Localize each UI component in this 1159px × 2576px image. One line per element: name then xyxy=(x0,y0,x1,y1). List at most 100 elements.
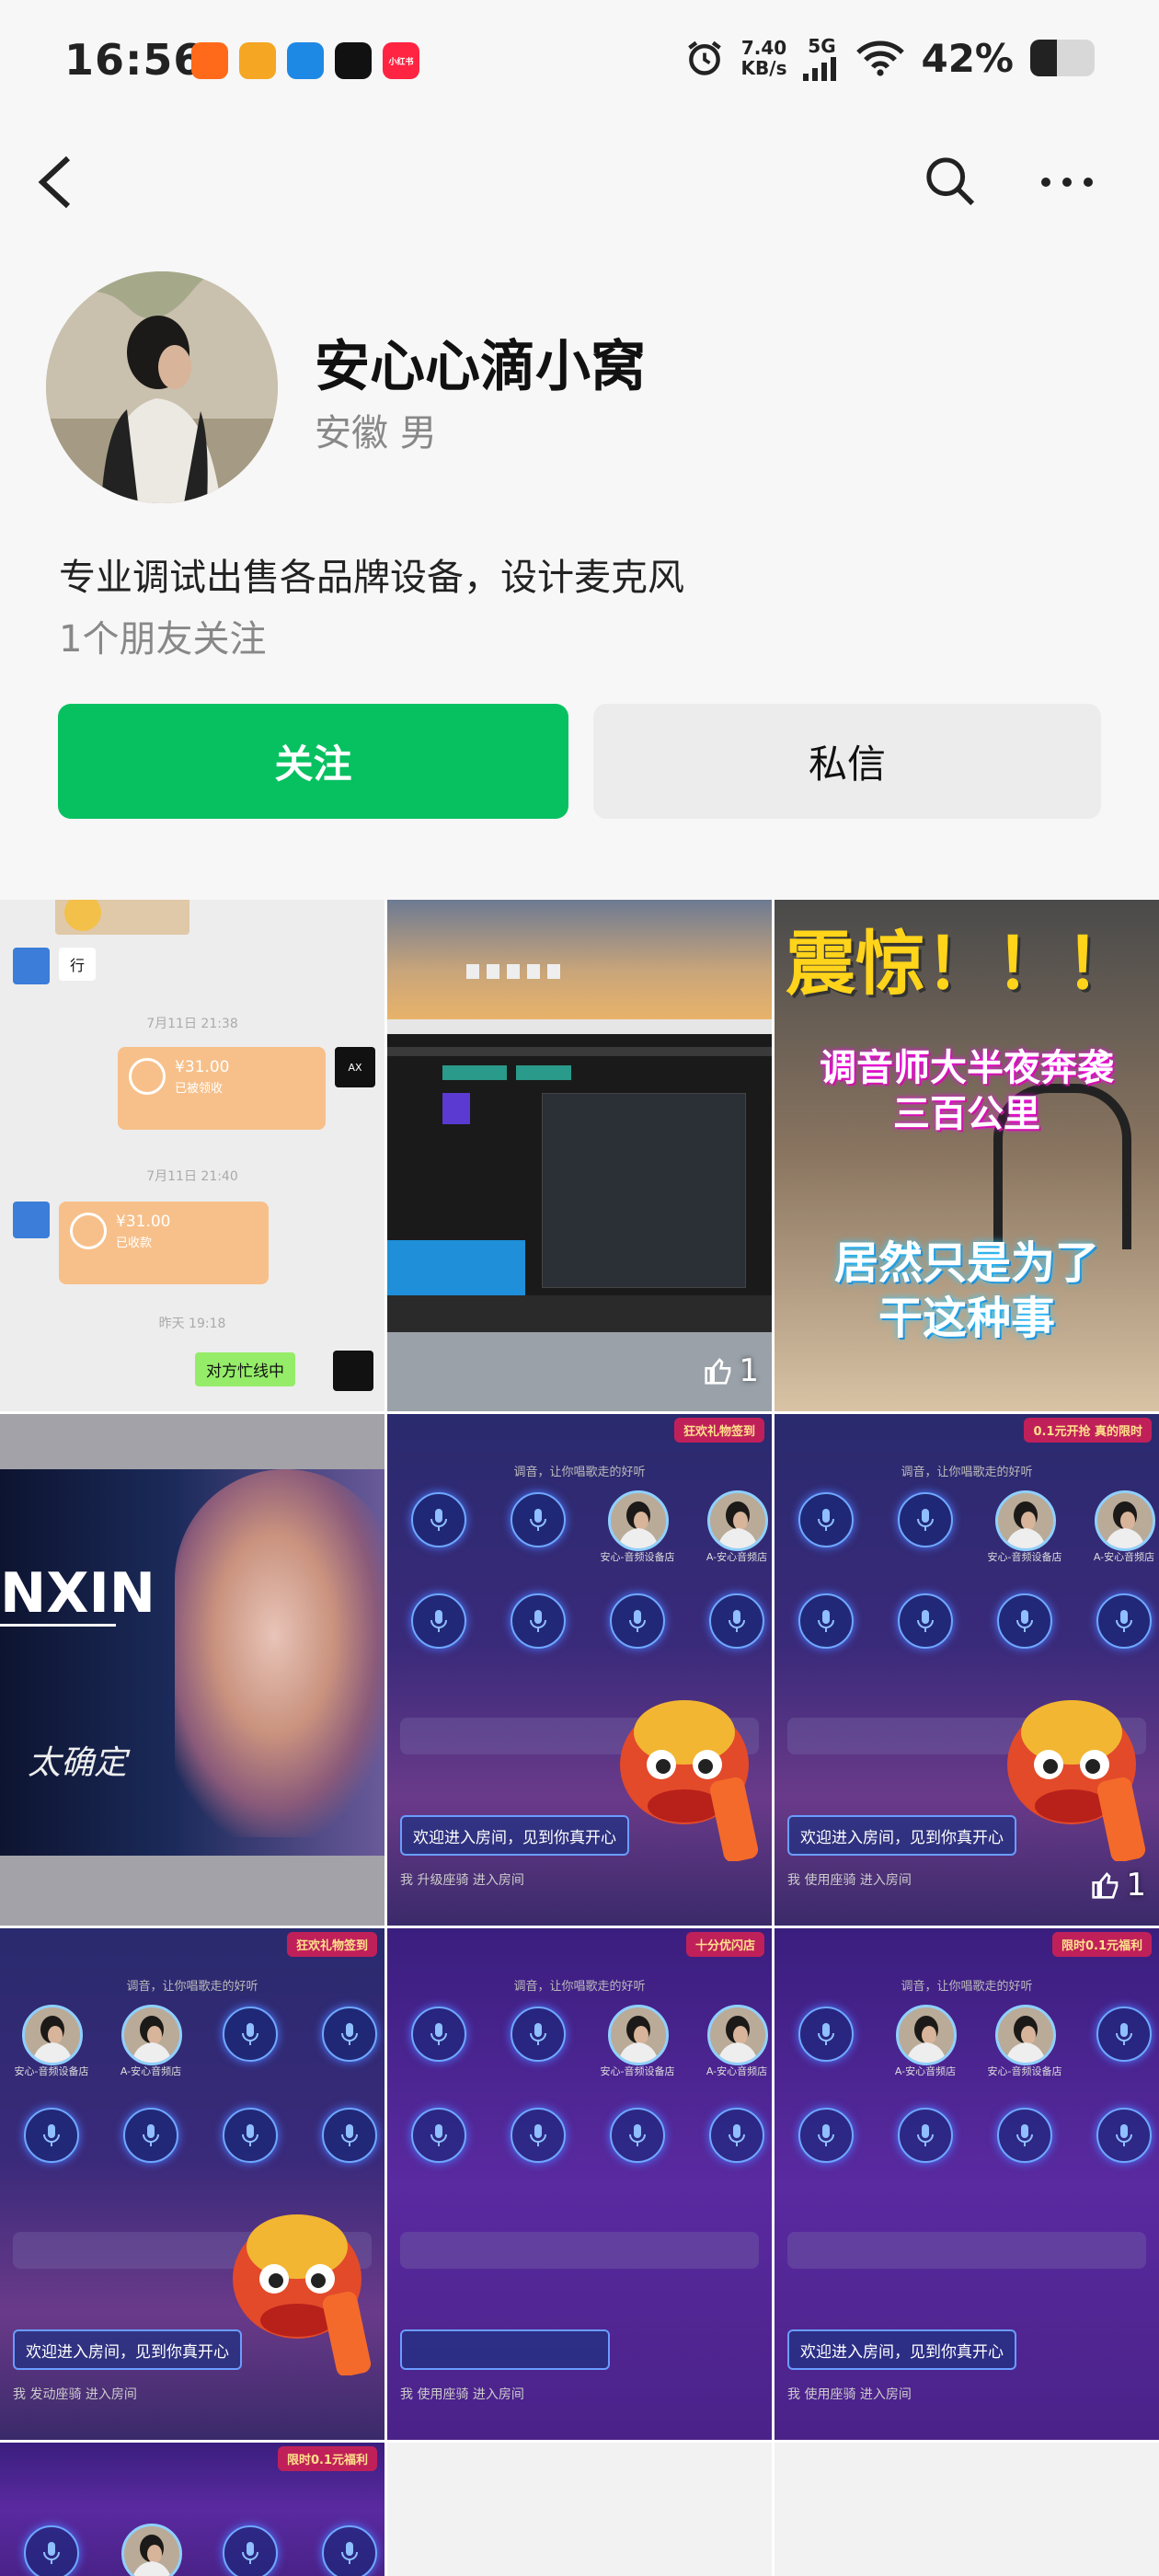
net-speed: 7.40 KB/s xyxy=(741,38,787,78)
welcome-message: 欢迎进入房间，见到你真开心 xyxy=(787,1815,1016,1856)
post-tile[interactable]: 十分优闪店 调音，让你唱歌走的好听 安心-音频设备店 A-安心音频店我 使用座骑 进入… xyxy=(387,1928,772,2440)
check-icon xyxy=(70,1213,107,1249)
mic-seat-icon xyxy=(322,2108,377,2163)
mic-seat-icon xyxy=(511,1492,566,1547)
promo-banner: 狂欢礼物签到 xyxy=(673,1418,764,1443)
capcut-icon xyxy=(335,42,372,79)
lion-dance-decoration xyxy=(219,2191,375,2377)
avatar-photo xyxy=(46,271,278,503)
promo-banner: 狂欢礼物签到 xyxy=(286,1932,377,1957)
mic-seat-icon xyxy=(511,1593,566,1649)
cover-line-2: 三百公里 xyxy=(893,1093,1040,1135)
chat-timestamp: 7月11日 21:38 xyxy=(146,1017,238,1031)
transfer-status: 已被领收 xyxy=(175,1082,224,1096)
net-speed-unit: KB/s xyxy=(740,57,787,79)
taskbar xyxy=(387,1295,772,1332)
desktop-wallpaper xyxy=(387,900,772,1019)
top-nav xyxy=(0,129,1159,230)
transfer-card: ¥31.00 已收款 xyxy=(59,1202,269,1284)
feishu-icon xyxy=(287,42,324,79)
room-topic: 调音，让你唱歌走的好听 xyxy=(513,1980,646,1994)
welcome-message: 欢迎进入房间，见到你真开心 xyxy=(13,2329,242,2370)
status-bar: 16:56 小红书 7.40 KB/s 5G 42% xyxy=(0,0,1159,121)
promo-banner: 限时0.1元福利 xyxy=(1051,1932,1152,1957)
post-tile[interactable]: 狂欢礼物签到 调音，让你唱歌走的好听 安心-音频设备店 A-安心音频店 欢迎进入房间，见… xyxy=(0,1928,384,2440)
mic-seat-icon xyxy=(1096,2108,1152,2163)
post-tile-placeholder xyxy=(775,2443,1159,2576)
seat-name: 安心-音频设备店 xyxy=(14,2065,89,2077)
welcome-message: 欢迎进入房间，见到你真开心 xyxy=(787,2329,1016,2370)
avatar[interactable] xyxy=(46,271,278,503)
chat-bubble: 行 xyxy=(59,948,97,981)
mic-seat-icon xyxy=(411,2007,466,2062)
mic-seat-icon xyxy=(610,2108,665,2163)
seat-avatar xyxy=(707,2005,768,2065)
notification-app-icons: 小红书 xyxy=(191,42,419,79)
cover-title: 震惊！！！ xyxy=(786,923,1135,1005)
seat-name: A-安心音频店 xyxy=(120,2065,182,2077)
chat-avatar xyxy=(13,948,50,984)
welcome-message: 欢迎进入房间，见到你真开心 xyxy=(400,1815,629,1856)
like-count: 1 xyxy=(1091,1867,1146,1903)
signal-type: 5G xyxy=(808,35,836,57)
battery-fill xyxy=(1030,40,1058,76)
mic-seat-icon xyxy=(709,1593,764,1649)
seat-name: 安心-音频设备店 xyxy=(600,2065,675,2077)
more-button[interactable] xyxy=(1030,145,1104,219)
chat-strip xyxy=(400,2232,759,2269)
post-tile[interactable]: 行 7月11日 21:38 ¥31.00 已被领收 AX 7月11日 21:40… xyxy=(0,900,384,1411)
enter-notice: 我 发动座骑 进入房间 xyxy=(13,2387,137,2402)
post-tile[interactable]: 1 xyxy=(387,900,772,1411)
post-tile[interactable]: 狂欢礼物签到 调音，让你唱歌走的好听 安心-音频设备店 A-安心音频店 欢迎进入房间，见… xyxy=(387,1414,772,1926)
thumbs-up-icon xyxy=(1092,1872,1119,1899)
top-band xyxy=(0,1414,384,1469)
kuaishou-icon xyxy=(191,42,228,79)
seat-avatar xyxy=(121,2005,182,2065)
post-tile[interactable]: 限时0.1元福利 调音，让你唱歌走的好听 A-安心音频店 安心-音频设备店 欢迎进入房间… xyxy=(775,1928,1159,2440)
seat-avatar xyxy=(995,2005,1056,2065)
mic-seat-icon xyxy=(511,2007,566,2062)
title-underline xyxy=(0,1624,116,1627)
mic-seat-icon xyxy=(511,2108,566,2163)
post-tile[interactable]: NXIN 太确定 xyxy=(0,1414,384,1926)
clock: 16:56 xyxy=(64,35,204,85)
alarm-icon xyxy=(687,40,721,75)
enter-notice: 我 使用座骑 进入房间 xyxy=(400,2387,524,2402)
profile-location-gender: 安徽 男 xyxy=(315,412,437,454)
battery-percent: 42% xyxy=(921,35,1014,81)
post-tile-placeholder xyxy=(387,2443,772,2576)
mic-seat-icon xyxy=(411,2108,466,2163)
follow-button[interactable]: 关注 xyxy=(58,704,568,819)
room-topic: 调音，让你唱歌走的好听 xyxy=(901,1980,1033,1994)
seat-avatar xyxy=(1095,1490,1155,1551)
room-topic: 调音，让你唱歌走的好听 xyxy=(901,1466,1033,1479)
battery-icon xyxy=(1030,40,1095,76)
seat-name: 安心-音频设备店 xyxy=(600,1551,675,1563)
mic-seat-icon xyxy=(997,2108,1052,2163)
message-button[interactable]: 私信 xyxy=(593,704,1101,819)
chevron-left-icon xyxy=(38,155,71,209)
transfer-card: ¥31.00 已被领收 xyxy=(118,1047,326,1130)
lion-dance-decoration xyxy=(993,1677,1150,1863)
mic-seat-icon xyxy=(898,2108,953,2163)
seat-name: 安心-音频设备店 xyxy=(987,1551,1062,1563)
transfer-amount: ¥31.00 xyxy=(175,1058,230,1076)
post-tile[interactable]: 震惊！！！ 调音师大半夜奔袭 三百公里 居然只是为了 干这种事 xyxy=(775,900,1159,1411)
friends-following[interactable]: 1个朋友关注 xyxy=(59,609,266,662)
transfer-status: 已收款 xyxy=(116,1236,153,1250)
seat-name: A-安心音频店 xyxy=(894,2065,957,2077)
search-button[interactable] xyxy=(914,145,988,219)
seat-name: A-安心音频店 xyxy=(706,2065,768,2077)
seat-avatar xyxy=(608,2005,669,2065)
seat-avatar xyxy=(896,2005,957,2065)
like-count-value: 1 xyxy=(739,1352,759,1389)
check-icon xyxy=(129,1058,166,1095)
post-tile[interactable]: 0.1元开抢 真的限时 调音，让你唱歌走的好听 安心-音频设备店 A-安心音频店 欢迎进… xyxy=(775,1414,1159,1926)
net-speed-value: 7.40 xyxy=(740,37,787,59)
promo-banner: 0.1元开抢 真的限时 xyxy=(1024,1418,1152,1443)
bottom-band xyxy=(0,1856,384,1926)
seat-avatar xyxy=(121,2524,182,2576)
back-button[interactable] xyxy=(18,145,92,219)
mic-seat-icon xyxy=(610,1593,665,1649)
post-tile[interactable]: 限时0.1元福利A-安心音频店 xyxy=(0,2443,384,2576)
